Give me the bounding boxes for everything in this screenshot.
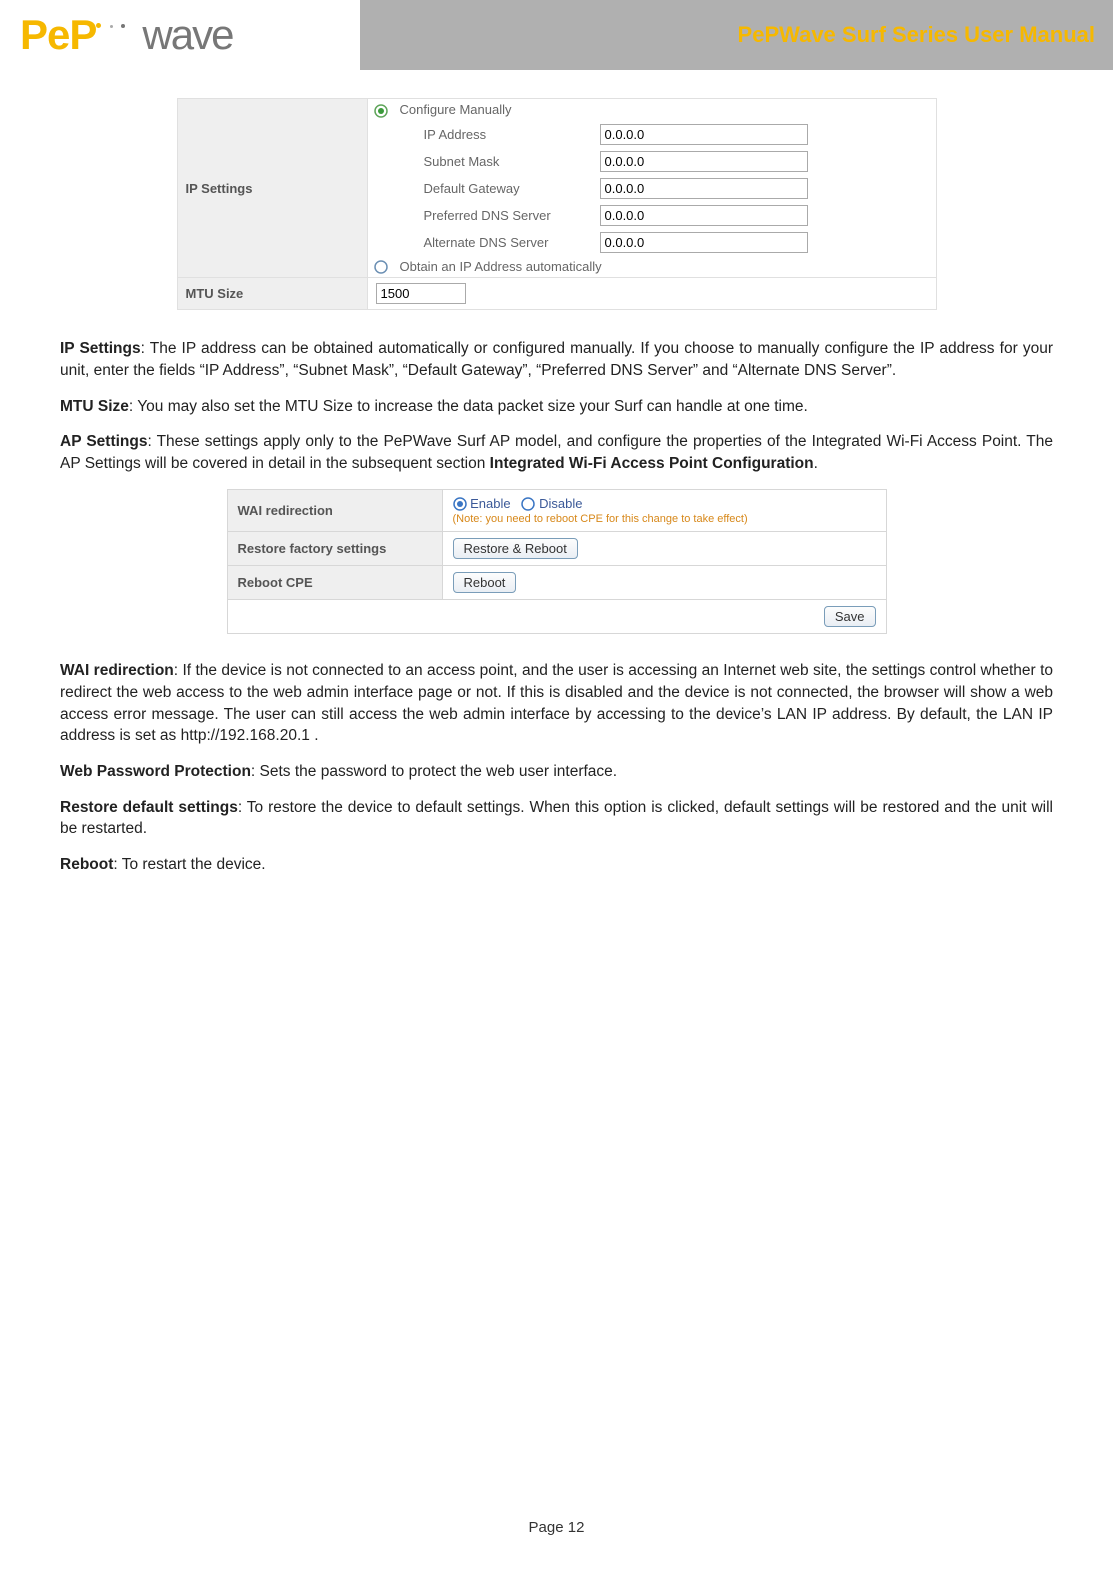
ip-settings-label: IP Settings [177,99,367,278]
paragraph-ap: AP Settings: These settings apply only t… [60,431,1053,474]
paragraph-restore: Restore default settings: To restore the… [60,797,1053,840]
logo-pep: PeP [20,11,96,59]
paragraph-reboot: Reboot: To restart the device. [60,854,1053,876]
restore-para-bold: Restore default settings [60,799,238,816]
reboot-para-text: : To restart the device. [113,856,265,873]
radio-auto-label[interactable]: Obtain an IP Address automatically [394,256,936,278]
paragraph-ip-settings: IP Settings: The IP address can be obtai… [60,338,1053,381]
mtu-bold: MTU Size [60,398,129,415]
paragraph-mtu: MTU Size: You may also set the MTU Size … [60,396,1053,418]
restore-label: Restore factory settings [227,532,442,566]
save-button[interactable]: Save [824,606,876,627]
subnet-mask-input[interactable] [600,151,808,172]
wai-para-text: : If the device is not connected to an a… [60,662,1053,744]
ip-address-label: IP Address [394,121,594,148]
restore-button[interactable]: Restore & Reboot [453,538,578,559]
paragraph-wai: WAI redirection: If the device is not co… [60,660,1053,747]
ip-settings-table: IP Settings Configure Manually [177,98,937,310]
wai-enable-label[interactable]: Enable [470,496,510,511]
logo-wave: wave [142,11,232,59]
page-footer: Page 12 [0,1519,1113,1536]
ap-bold: AP Settings [60,433,147,450]
radio-manual-label[interactable]: Configure Manually [394,99,936,121]
wai-disable-label[interactable]: Disable [539,496,582,511]
ip-address-input[interactable] [600,124,808,145]
ap-suffix: . [814,455,818,472]
web-password-text: : Sets the password to protect the web u… [251,763,617,780]
preferred-dns-input[interactable] [600,205,808,226]
logo-area: PeP wave [20,0,360,70]
header-bar: PeP wave PePWave Surf Series User Manual [0,0,1113,70]
wai-note: (Note: you need to reboot CPE for this c… [453,513,876,525]
wai-disable-radio-icon[interactable] [521,497,535,511]
alternate-dns-label: Alternate DNS Server [394,229,594,256]
wai-label: WAI redirection [227,489,442,532]
radio-unselected-icon[interactable] [374,260,388,274]
mtu-label: MTU Size [177,278,367,310]
reboot-button[interactable]: Reboot [453,572,517,593]
mtu-input[interactable] [376,283,466,304]
header-grey-area: PePWave Surf Series User Manual [360,0,1113,70]
default-gateway-input[interactable] [600,178,808,199]
reboot-label: Reboot CPE [227,566,442,600]
ip-settings-bold: IP Settings [60,340,141,357]
paragraph-web-password: Web Password Protection: Sets the passwo… [60,761,1053,783]
ap-bold2: Integrated Wi-Fi Access Point Configurat… [490,455,814,472]
wai-para-bold: WAI redirection [60,662,174,679]
wai-enable-radio-icon[interactable] [453,497,467,511]
mtu-text: : You may also set the MTU Size to incre… [129,398,808,415]
web-password-bold: Web Password Protection [60,763,251,780]
alternate-dns-input[interactable] [600,232,808,253]
system-table: WAI redirection Enable Disable (Note: yo… [227,489,887,635]
header-title: PePWave Surf Series User Manual [738,22,1095,48]
subnet-mask-label: Subnet Mask [394,148,594,175]
ip-settings-text: : The IP address can be obtained automat… [60,340,1053,379]
preferred-dns-label: Preferred DNS Server [394,202,594,229]
default-gateway-label: Default Gateway [394,175,594,202]
radio-selected-icon[interactable] [374,104,388,118]
reboot-para-bold: Reboot [60,856,113,873]
logo-dots-icon [96,15,130,32]
